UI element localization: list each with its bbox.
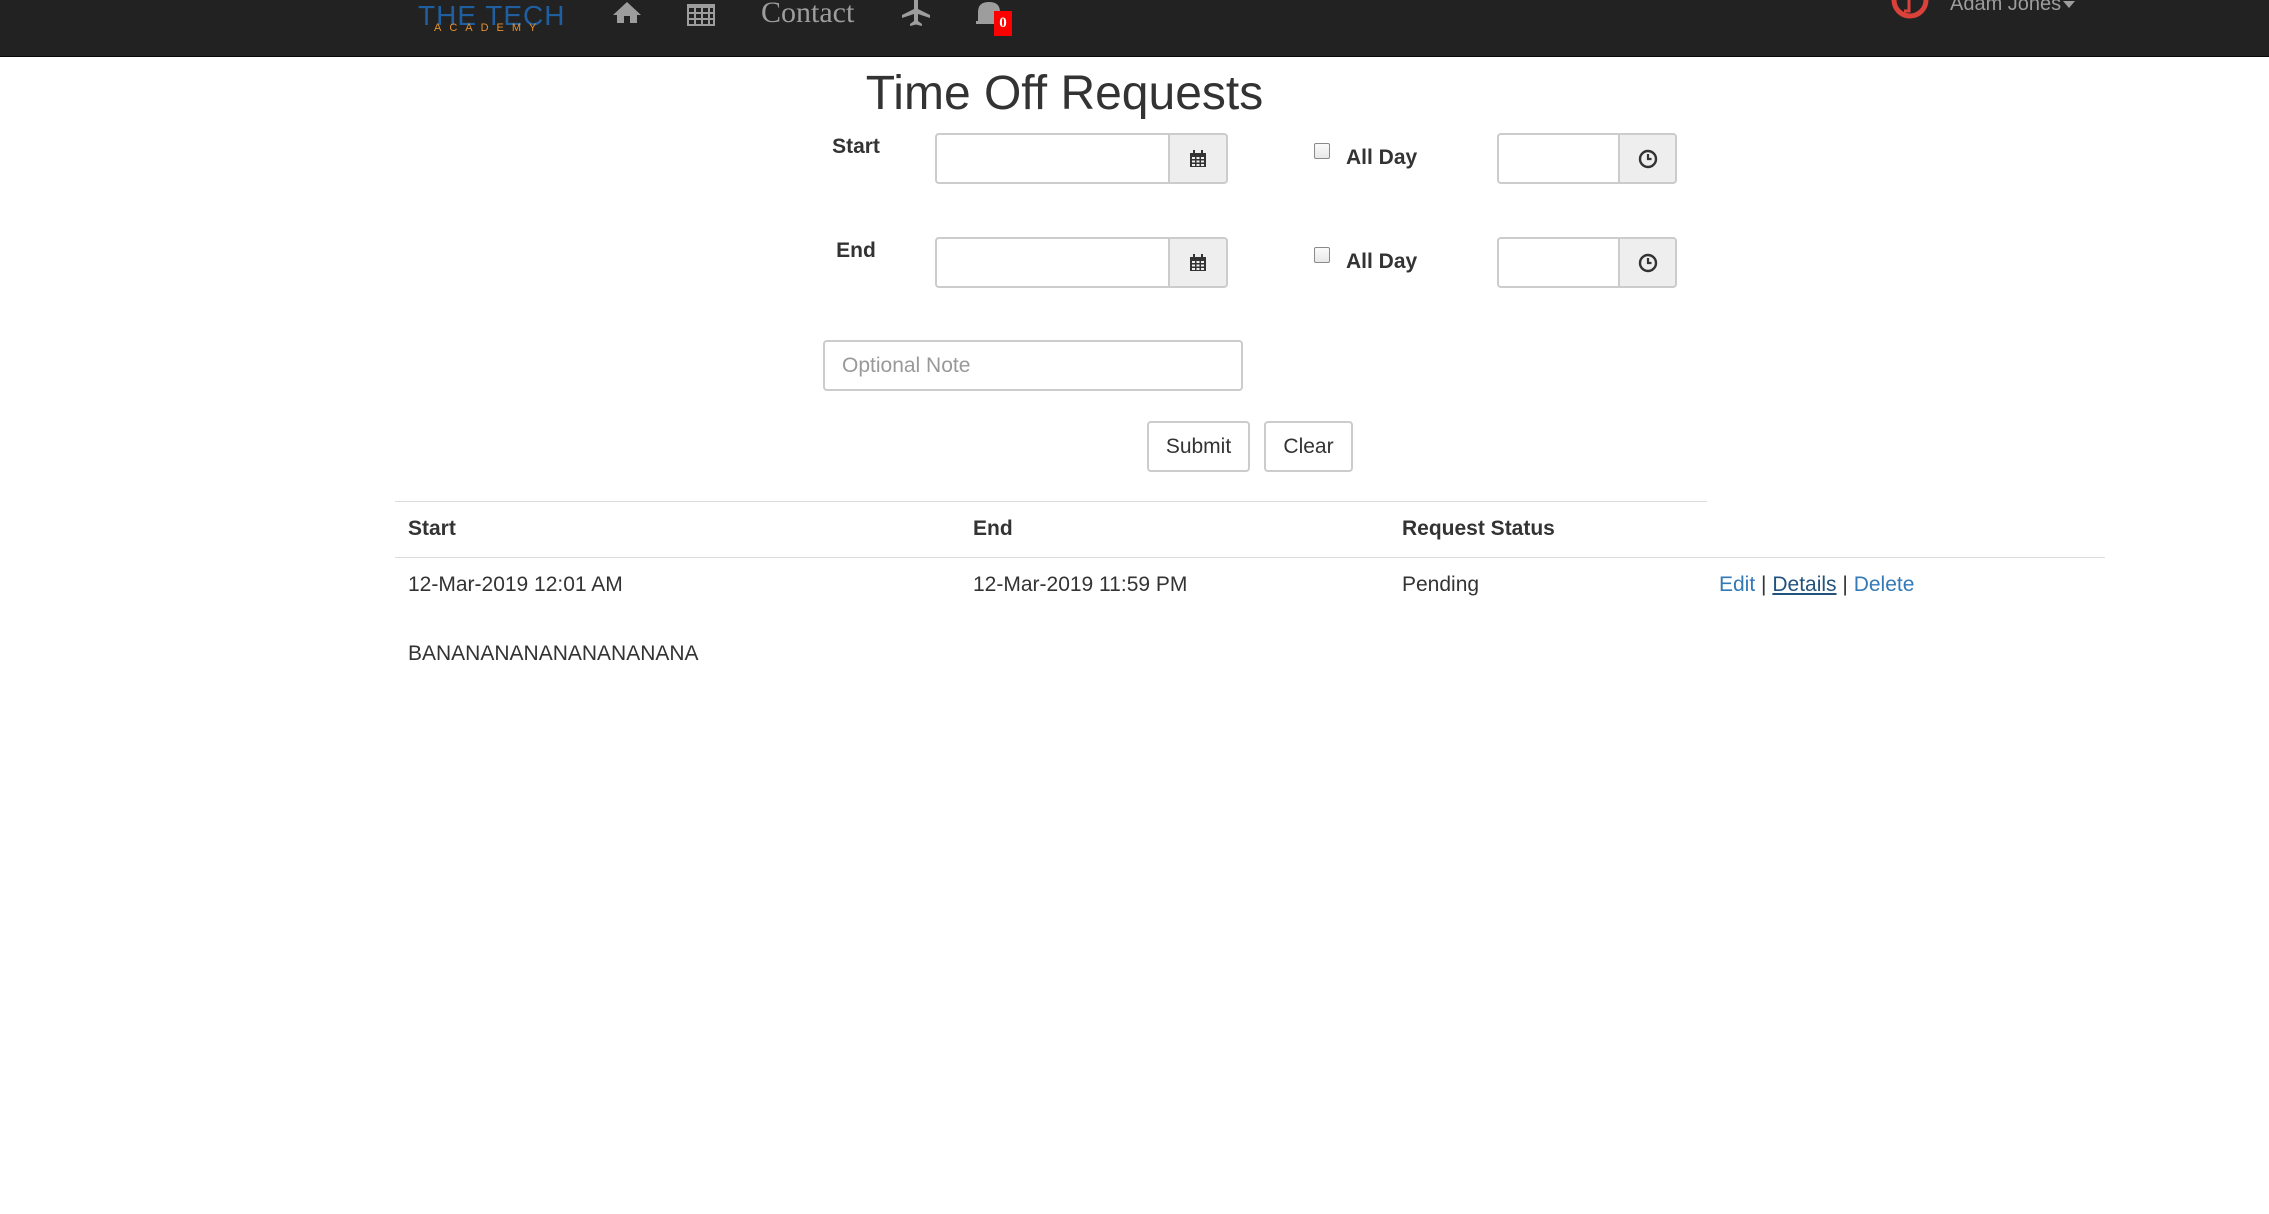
clock-icon	[1638, 253, 1657, 272]
calendar-icon[interactable]	[686, 1, 716, 31]
details-link[interactable]: Details	[1772, 573, 1836, 596]
clock-icon[interactable]	[1890, 0, 1930, 28]
page-title: Time Off Requests	[0, 64, 2269, 124]
tech-academy-logo[interactable]: THE TECH ACADEMY	[418, 0, 565, 40]
clock-icon	[1638, 149, 1657, 168]
end-date-picker-button[interactable]	[1168, 237, 1228, 288]
end-all-day-checkbox[interactable]	[1314, 247, 1330, 263]
notifications-button[interactable]: 0	[972, 0, 1022, 40]
row-status-cell: Pending	[1402, 573, 1480, 596]
user-menu-dropdown[interactable]: Adam Jones	[1950, 0, 2076, 16]
start-time-input[interactable]	[1497, 133, 1618, 184]
row-actions: Edit | Details | Delete	[1719, 573, 1914, 597]
nav-contact-link[interactable]: Contact	[761, 0, 854, 31]
airplane-icon[interactable]	[900, 0, 932, 30]
column-header-start: Start	[408, 517, 456, 540]
end-all-day-toggle: All Day	[1314, 244, 1417, 274]
end-label: End	[836, 239, 876, 262]
user-name: Adam Jones	[1950, 0, 2062, 15]
table-top-border	[395, 501, 1707, 502]
edit-link[interactable]: Edit	[1719, 573, 1755, 596]
start-date-picker-button[interactable]	[1168, 133, 1228, 184]
end-time-input[interactable]	[1497, 237, 1618, 288]
row-end-cell: 12-Mar-2019 11:59 PM	[973, 573, 1188, 596]
start-date-input[interactable]	[935, 133, 1168, 184]
submit-button[interactable]: Submit	[1147, 421, 1250, 472]
optional-note-input[interactable]: Optional Note	[823, 340, 1243, 391]
column-header-status: Request Status	[1402, 517, 1555, 540]
delete-link[interactable]: Delete	[1854, 573, 1915, 596]
end-date-input[interactable]	[935, 237, 1168, 288]
row-note-text: BANANANANANANANANANA	[408, 642, 699, 665]
start-date-group	[935, 133, 1228, 184]
end-time-group	[1497, 237, 1677, 288]
notification-count-badge: 0	[994, 11, 1012, 36]
start-time-group	[1497, 133, 1677, 184]
start-all-day-checkbox[interactable]	[1314, 143, 1330, 159]
column-header-end: End	[973, 517, 1013, 540]
action-separator: |	[1761, 573, 1767, 596]
action-separator: |	[1842, 573, 1848, 596]
start-all-day-toggle: All Day	[1314, 140, 1417, 170]
home-icon[interactable]	[612, 0, 642, 30]
calendar-icon	[1190, 149, 1206, 167]
row-start-cell: 12-Mar-2019 12:01 AM	[408, 573, 623, 596]
start-time-picker-button[interactable]	[1618, 133, 1677, 184]
logo-sub-text: ACADEMY	[434, 22, 545, 34]
start-all-day-label: All Day	[1346, 146, 1418, 169]
table-header-border	[395, 557, 2105, 558]
clear-button[interactable]: Clear	[1264, 421, 1353, 472]
page-title-text: Time Off Requests	[865, 67, 1264, 120]
caret-down-icon	[2063, 1, 2076, 9]
start-label: Start	[832, 135, 880, 158]
end-time-picker-button[interactable]	[1618, 237, 1677, 288]
navbar: THE TECH ACADEMY Contact 0 Adam Jones	[0, 0, 2269, 57]
calendar-icon	[1190, 253, 1206, 271]
end-date-group	[935, 237, 1228, 288]
end-all-day-label: All Day	[1346, 250, 1418, 273]
